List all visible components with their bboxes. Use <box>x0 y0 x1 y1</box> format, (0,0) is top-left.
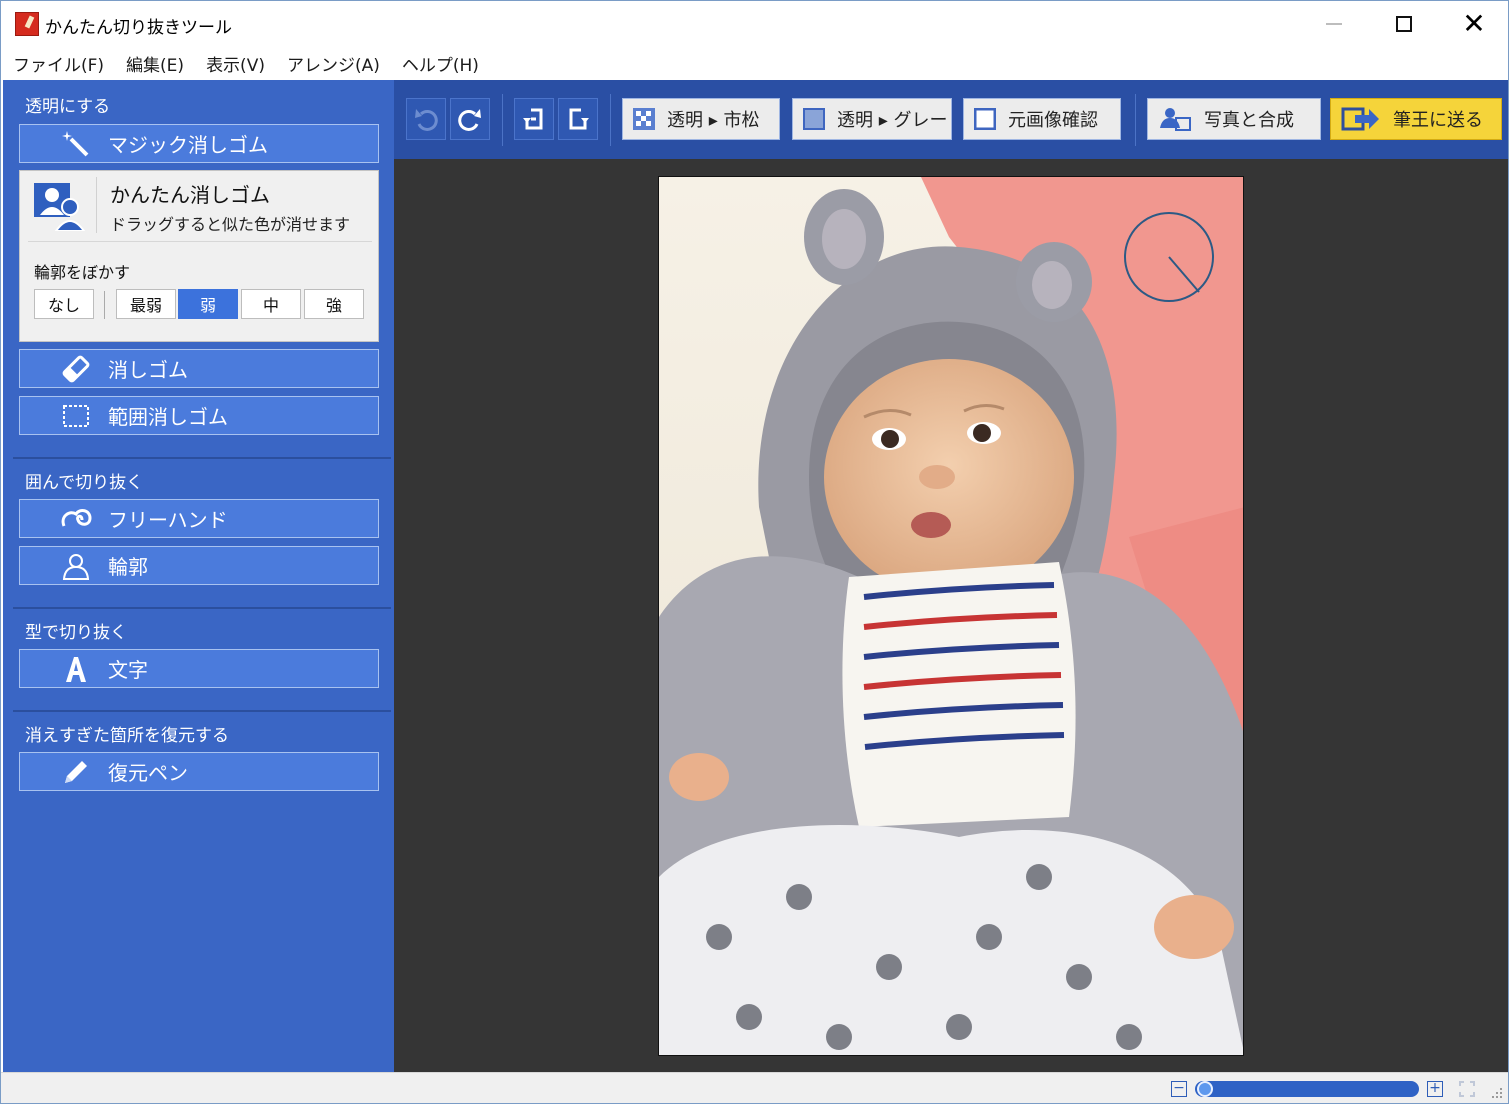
zoom-slider[interactable] <box>1195 1081 1419 1097</box>
outline-label: 輪郭 <box>108 555 148 579</box>
blur-option-weakest[interactable]: 最弱 <box>116 289 176 319</box>
compose-photo-button[interactable]: 写真と合成 <box>1147 98 1321 140</box>
panel-separator <box>28 241 372 242</box>
outline-button[interactable]: 輪郭 <box>19 546 379 585</box>
section-divider <box>13 607 391 609</box>
section-divider <box>13 710 391 712</box>
blur-label: 輪郭をぼかす <box>34 263 131 282</box>
maximize-button[interactable] <box>1369 1 1439 47</box>
easy-eraser-icon <box>32 181 86 232</box>
magic-eraser-label: マジック消しゴム <box>108 133 268 157</box>
easy-eraser-title: かんたん消しゴム <box>110 183 270 207</box>
range-eraser-button[interactable]: 範囲消しゴム <box>19 396 379 435</box>
main-toolbar: 透明 ▸ 市松 透明 ▸ グレー 元画像確認 写真と合成 筆王に送る <box>394 80 1508 159</box>
magic-eraser-button[interactable]: マジック消しゴム <box>19 124 379 163</box>
toolbar-separator <box>502 94 503 146</box>
minimize-button[interactable] <box>1299 1 1369 47</box>
resize-grip-icon[interactable] <box>1489 1085 1503 1099</box>
section-divider <box>13 457 391 459</box>
view-original-label: 元画像確認 <box>1008 110 1098 131</box>
magic-wand-icon <box>60 128 92 160</box>
view-original-button[interactable]: 元画像確認 <box>963 98 1121 140</box>
text-cutout-label: 文字 <box>108 658 148 682</box>
blur-options-separator <box>104 291 105 319</box>
compose-person-icon <box>1160 108 1191 131</box>
menu-edit[interactable]: 編集(E) <box>126 51 184 76</box>
section-enclose-label: 囲んで切り抜く <box>25 473 144 493</box>
blur-option-none[interactable]: なし <box>34 289 94 319</box>
checker-icon <box>633 108 655 130</box>
undo-button[interactable] <box>406 98 446 140</box>
rotate-left-button[interactable] <box>514 98 554 140</box>
send-arrow-icon <box>1341 107 1379 131</box>
rotate-right-button[interactable] <box>558 98 598 140</box>
minimize-icon <box>1326 23 1342 25</box>
app-icon <box>15 12 39 36</box>
status-bar: − + <box>1 1072 1508 1103</box>
view-gray-button[interactable]: 透明 ▸ グレー <box>792 98 952 140</box>
freehand-button[interactable]: フリーハンド <box>19 499 379 538</box>
zoom-in-button[interactable]: + <box>1427 1081 1443 1097</box>
canvas-area[interactable] <box>394 159 1508 1072</box>
toolbar-separator <box>1135 94 1136 146</box>
undo-icon <box>415 109 438 131</box>
section-shape-label: 型で切り抜く <box>25 623 127 643</box>
zoom-slider-thumb[interactable] <box>1197 1081 1213 1097</box>
send-to-hippo-label: 筆王に送る <box>1393 110 1483 131</box>
menu-arrange[interactable]: アレンジ(A) <box>287 51 380 76</box>
eraser-button[interactable]: 消しゴム <box>19 349 379 388</box>
send-to-hippo-button[interactable]: 筆王に送る <box>1330 98 1502 140</box>
menu-help[interactable]: ヘルプ(H) <box>402 51 479 76</box>
pencil-icon <box>60 756 92 788</box>
rotate-left-icon <box>523 108 543 130</box>
selection-rectangle-icon <box>60 400 92 432</box>
zoom-out-button[interactable]: − <box>1171 1081 1187 1097</box>
easy-eraser-panel[interactable]: かんたん消しゴム ドラッグすると似た色が消せます 輪郭をぼかす なし 最弱 弱 … <box>19 170 379 342</box>
view-checker-label: 透明 ▸ 市松 <box>667 110 760 131</box>
view-gray-label: 透明 ▸ グレー <box>837 110 948 131</box>
blur-option-weak[interactable]: 弱 <box>178 289 238 319</box>
redo-button[interactable] <box>450 98 490 140</box>
range-eraser-label: 範囲消しゴム <box>108 405 228 429</box>
eraser-icon <box>60 353 92 385</box>
section-restore-label: 消えすぎた箇所を復元する <box>25 726 229 746</box>
blur-option-strong[interactable]: 強 <box>304 289 364 319</box>
menu-view[interactable]: 表示(V) <box>206 51 265 76</box>
easy-eraser-description: ドラッグすると似た色が消せます <box>110 215 351 234</box>
window-title: かんたん切り抜きツール <box>45 18 232 38</box>
restore-pen-label: 復元ペン <box>108 761 188 785</box>
app-window: かんたん切り抜きツール ✕ ファイル(F) 編集(E) 表示(V) アレンジ(A… <box>0 0 1509 1104</box>
menu-bar: ファイル(F) 編集(E) 表示(V) アレンジ(A) ヘルプ(H) <box>1 47 1508 80</box>
section-transparent-label: 透明にする <box>25 97 111 117</box>
fit-to-window-icon[interactable] <box>1459 1081 1475 1097</box>
close-icon: ✕ <box>1462 7 1486 40</box>
freehand-lasso-icon <box>60 503 92 535</box>
view-checker-button[interactable]: 透明 ▸ 市松 <box>622 98 780 140</box>
close-button[interactable]: ✕ <box>1439 1 1509 47</box>
menu-file[interactable]: ファイル(F) <box>13 51 104 76</box>
blur-option-medium[interactable]: 中 <box>241 289 301 319</box>
toolbar-separator <box>610 94 611 146</box>
rotate-right-icon <box>569 108 589 130</box>
title-bar: かんたん切り抜きツール ✕ <box>1 1 1508 47</box>
gray-square-icon <box>803 108 825 130</box>
tool-sidebar: 透明にする マジック消しゴム かんたん消しゴム ドラッグすると似た色が消せます <box>3 80 394 1072</box>
eraser-label: 消しゴム <box>108 358 188 382</box>
baby-photo-image[interactable] <box>658 176 1244 1056</box>
person-outline-icon <box>60 550 92 582</box>
freehand-label: フリーハンド <box>108 508 228 532</box>
letter-a-icon <box>60 653 92 685</box>
text-cutout-button[interactable]: 文字 <box>19 649 379 688</box>
panel-divider <box>96 177 97 233</box>
restore-pen-button[interactable]: 復元ペン <box>19 752 379 791</box>
white-square-icon <box>974 108 996 130</box>
redo-icon <box>458 109 481 131</box>
maximize-icon <box>1396 16 1412 32</box>
compose-photo-label: 写真と合成 <box>1204 110 1294 131</box>
